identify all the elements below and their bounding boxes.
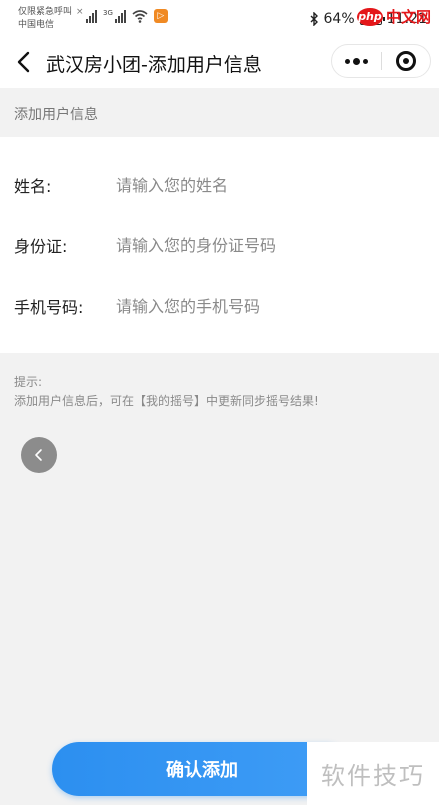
floating-back-button[interactable] xyxy=(21,437,57,473)
hint-block: 提示: 添加用户信息后，可在【我的摇号】中更新同步摇号结果! xyxy=(14,373,319,411)
network-icons: 3G ▷ xyxy=(86,9,168,23)
notification-app-icon: ▷ xyxy=(153,9,168,23)
php-logo: php xyxy=(356,7,383,26)
signal-tag: 3G xyxy=(103,9,113,17)
section-title: 添加用户信息 xyxy=(14,107,98,123)
form-row-id-card: 身份证: xyxy=(0,215,439,275)
carrier-name: 中国电信 xyxy=(18,20,55,30)
site-watermark: php 中文网 xyxy=(356,6,431,27)
close-target-icon xyxy=(395,51,416,71)
id-card-input[interactable] xyxy=(116,230,416,260)
battery-percent: 64% xyxy=(323,11,355,27)
form-row-name: 姓名: xyxy=(0,155,439,215)
page-title: 武汉房小团-添加用户信息 xyxy=(46,54,262,76)
hint-title: 提示: xyxy=(14,375,43,389)
more-options-button[interactable] xyxy=(332,45,381,77)
user-info-form: 姓名: 身份证: 手机号码: xyxy=(0,137,439,353)
carrier-info: 仅限紧急呼叫 × 中国电信 xyxy=(18,6,84,32)
nav-bar: 武汉房小团-添加用户信息 xyxy=(0,38,439,88)
signal-icon xyxy=(86,9,97,23)
wifi-icon xyxy=(132,10,148,23)
emergency-call-text: 仅限紧急呼叫 xyxy=(18,7,73,17)
phone-input[interactable] xyxy=(116,291,416,321)
name-label: 姓名: xyxy=(14,177,52,196)
id-card-label: 身份证: xyxy=(14,237,68,256)
status-bar: 仅限紧急呼叫 × 中国电信 3G ▷ 64% 11:21 php 中文网 xyxy=(0,0,439,38)
bluetooth-icon xyxy=(310,12,318,26)
miniprogram-capsule xyxy=(331,44,431,78)
form-row-phone: 手机号码: xyxy=(0,276,439,336)
signal-3g-icon: 3G xyxy=(103,9,126,23)
back-arrow-icon[interactable] xyxy=(10,48,38,76)
bottom-watermark: 软件技巧 xyxy=(307,742,439,805)
name-input[interactable] xyxy=(116,170,416,200)
php-watermark-text: 中文网 xyxy=(385,8,431,26)
no-sim-icon: × xyxy=(76,7,84,17)
close-miniprogram-button[interactable] xyxy=(382,45,430,77)
chevron-left-icon xyxy=(35,449,42,461)
hint-body: 添加用户信息后，可在【我的摇号】中更新同步摇号结果! xyxy=(14,394,319,408)
phone-label: 手机号码: xyxy=(14,298,84,317)
